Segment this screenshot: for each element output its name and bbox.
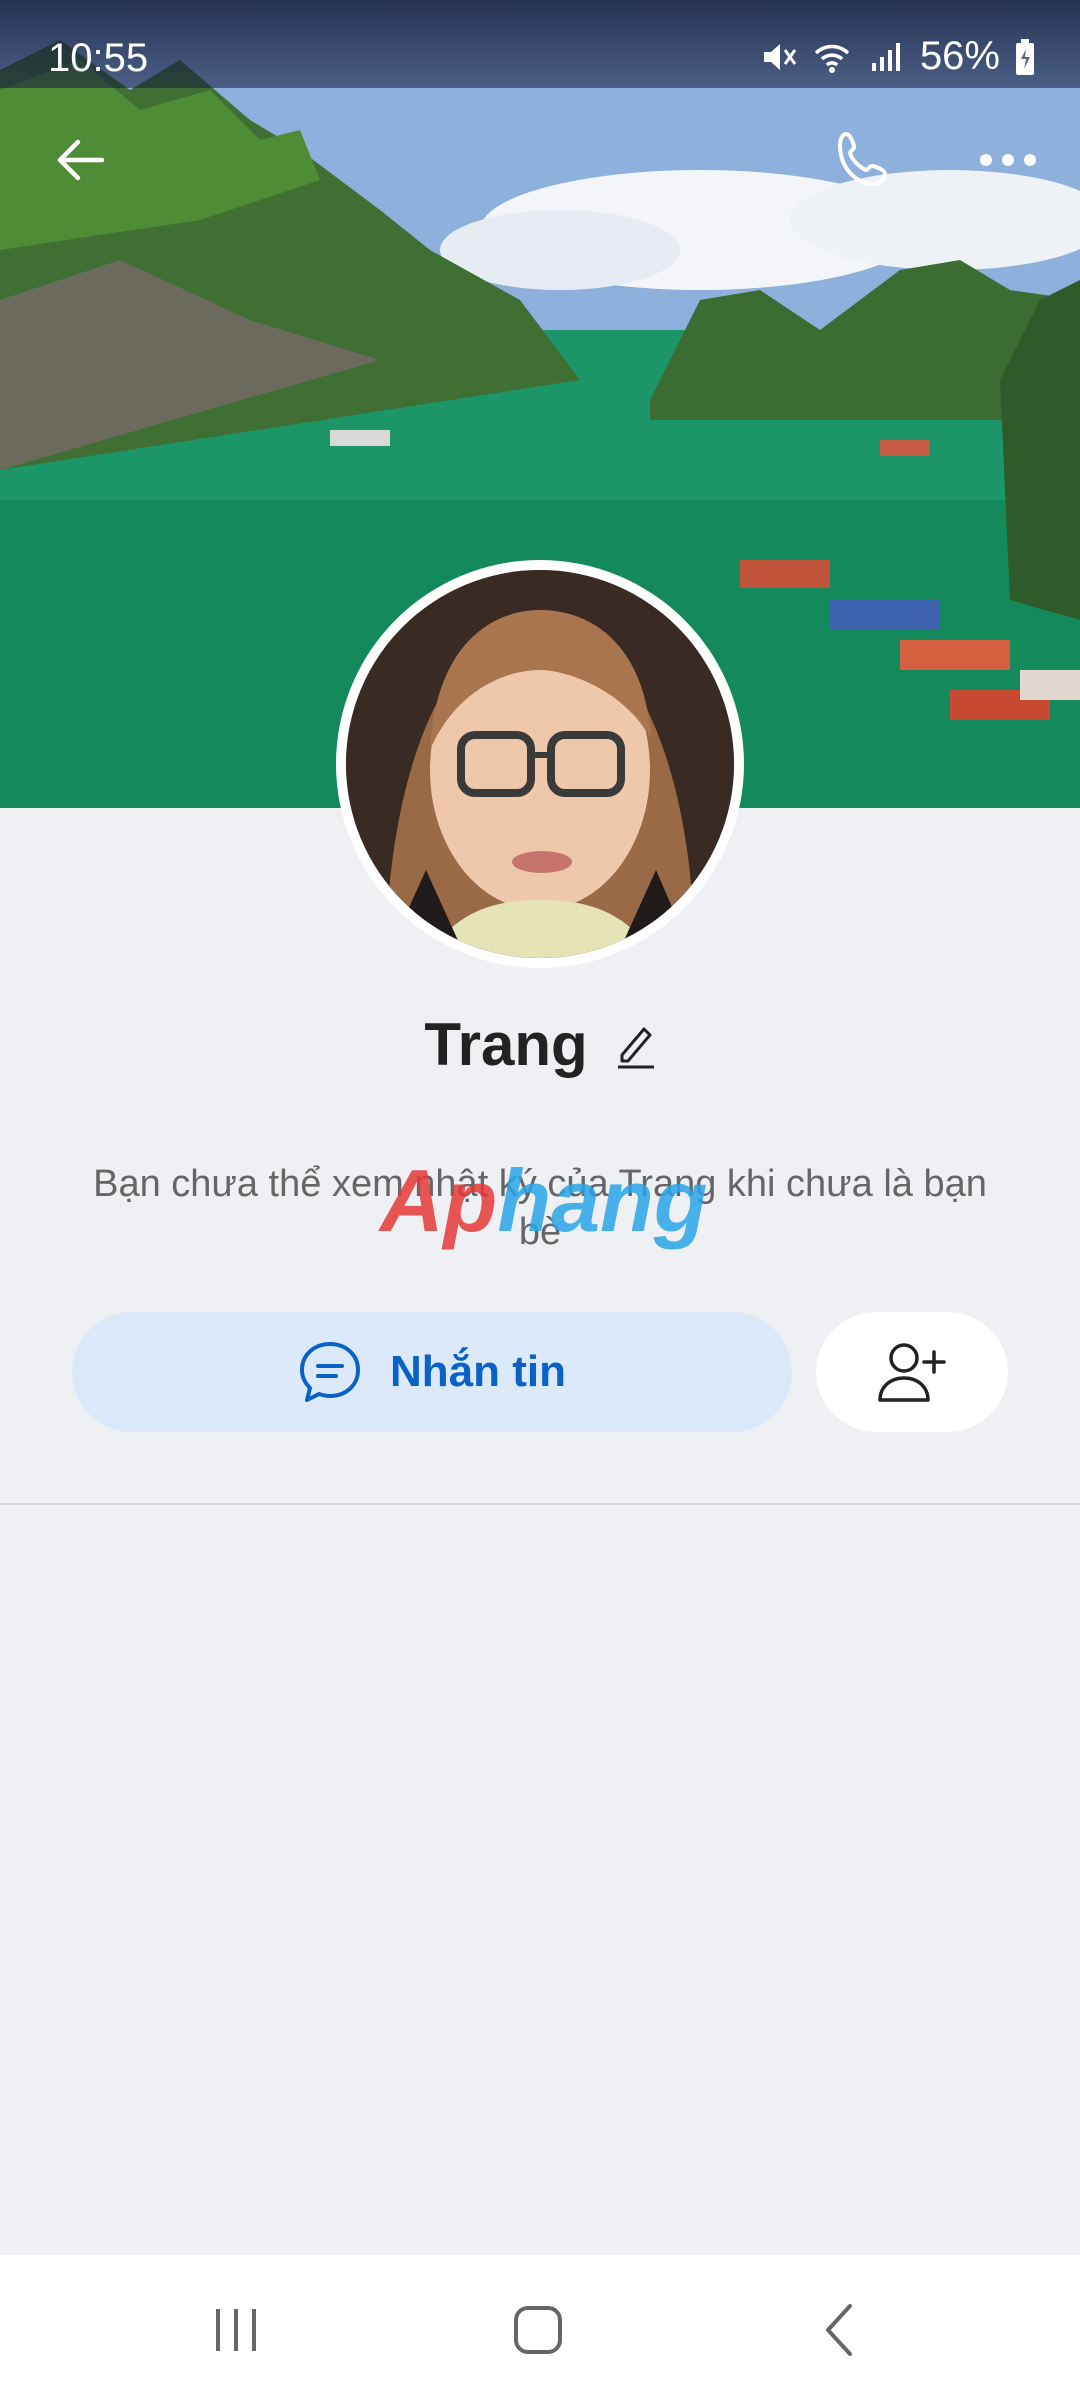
profile-avatar[interactable] [336, 560, 744, 968]
system-back-button[interactable] [800, 2295, 880, 2365]
mute-icon [763, 43, 797, 70]
system-nav-bar [0, 2255, 1080, 2400]
chevron-left-icon [826, 2304, 852, 2356]
recent-apps-icon [216, 2309, 256, 2351]
message-button[interactable]: Nhắn tin [72, 1312, 792, 1432]
add-friend-button[interactable] [816, 1312, 1008, 1432]
edit-pencil-icon[interactable] [616, 1021, 656, 1069]
home-icon [514, 2306, 562, 2354]
recent-apps-button[interactable] [196, 2295, 276, 2365]
battery-percent: 56% [919, 34, 1000, 78]
add-friend-icon [878, 1343, 946, 1402]
avatar-portrait [346, 570, 734, 958]
more-options-button[interactable] [968, 120, 1048, 200]
profile-name: Trang [424, 1011, 588, 1078]
message-button-label: Nhắn tin [390, 1347, 566, 1396]
status-icons: 56% [758, 34, 1036, 79]
back-button[interactable] [40, 120, 120, 200]
profile-name-row: Trang [0, 1010, 1080, 1079]
friend-restriction-text: Bạn chưa thể xem nhật ký của Trang khi c… [93, 1163, 987, 1253]
section-divider [0, 1503, 1080, 1505]
wifi-icon [814, 44, 850, 73]
status-time: 10:55 [48, 36, 149, 80]
arrow-left-icon [57, 139, 105, 181]
avatar-photo [346, 570, 734, 958]
call-button[interactable] [824, 120, 904, 200]
more-icon [980, 154, 1036, 166]
signal-icon [871, 42, 900, 71]
battery-icon [1016, 38, 1034, 75]
chat-bubble-icon [300, 1342, 360, 1402]
status-bar: 10:55 56% [0, 0, 1080, 88]
home-button[interactable] [498, 2295, 578, 2365]
phone-icon [838, 132, 887, 186]
